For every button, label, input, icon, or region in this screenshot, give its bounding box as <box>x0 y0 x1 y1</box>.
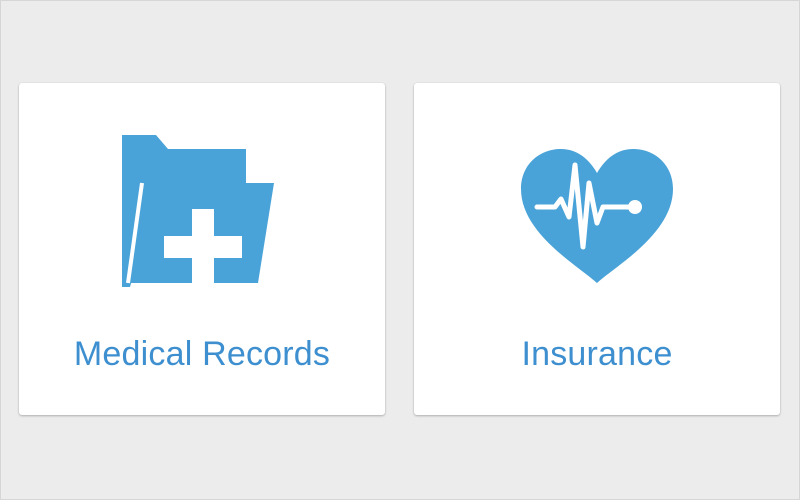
insurance-card[interactable]: Insurance <box>414 83 780 415</box>
app-frame: Medical Records Insurance <box>0 0 800 500</box>
medical-records-card[interactable]: Medical Records <box>19 83 385 415</box>
medical-folder-icon <box>122 135 274 287</box>
insurance-label: Insurance <box>521 335 673 373</box>
medical-records-label: Medical Records <box>73 335 331 373</box>
heartbeat-icon <box>521 149 673 283</box>
